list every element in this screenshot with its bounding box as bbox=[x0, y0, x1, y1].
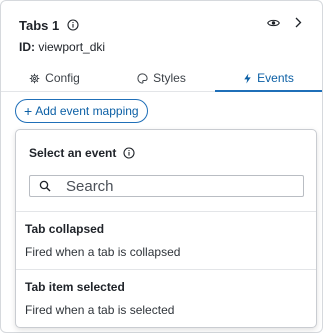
id-value: viewport_dki bbox=[38, 40, 106, 54]
properties-panel: Tabs 1 ID: viewport_dki Config Styles Ev… bbox=[0, 0, 323, 333]
tab-styles[interactable]: Styles bbox=[108, 65, 215, 91]
event-name: Tab item selected bbox=[25, 280, 125, 294]
event-description: Fired when a tab is selected bbox=[25, 303, 175, 317]
search-icon bbox=[39, 180, 51, 192]
tab-events-label: Events bbox=[257, 71, 294, 85]
info-icon[interactable] bbox=[67, 19, 79, 31]
tab-config[interactable]: Config bbox=[1, 65, 108, 91]
event-name: Tab collapsed bbox=[25, 222, 105, 236]
component-title: Tabs 1 bbox=[19, 17, 60, 33]
header-actions bbox=[267, 17, 302, 28]
info-icon[interactable] bbox=[123, 147, 135, 159]
palette-icon bbox=[137, 72, 148, 84]
add-event-mapping-button[interactable]: + Add event mapping bbox=[15, 99, 148, 123]
tab-styles-label: Styles bbox=[153, 71, 186, 85]
component-id: ID: viewport_dki bbox=[19, 40, 308, 56]
lightning-icon bbox=[244, 72, 251, 84]
eye-icon[interactable] bbox=[267, 18, 280, 28]
tab-config-label: Config bbox=[45, 71, 80, 85]
event-option-tab-item-selected[interactable]: Tab item selected Fired when a tab is se… bbox=[16, 270, 316, 327]
event-description: Fired when a tab is collapsed bbox=[25, 245, 181, 259]
title-row: Tabs 1 bbox=[19, 16, 308, 34]
panel-header: Tabs 1 ID: viewport_dki bbox=[19, 16, 308, 56]
chevron-right-icon[interactable] bbox=[294, 17, 302, 28]
event-select-dropdown: Select an event Tab collapsed Fired when… bbox=[15, 129, 317, 328]
id-label: ID: bbox=[19, 40, 35, 54]
event-search-input[interactable] bbox=[66, 177, 286, 195]
event-search-field[interactable] bbox=[29, 175, 304, 197]
tab-events[interactable]: Events bbox=[215, 65, 322, 92]
gear-icon bbox=[29, 73, 40, 83]
plus-icon: + bbox=[24, 103, 33, 119]
dropdown-title: Select an event bbox=[29, 146, 117, 160]
dropdown-header: Select an event bbox=[29, 146, 135, 160]
event-option-tab-collapsed[interactable]: Tab collapsed Fired when a tab is collap… bbox=[16, 212, 316, 269]
add-event-mapping-label: Add event mapping bbox=[35, 104, 139, 118]
tab-bar: Config Styles Events bbox=[1, 65, 322, 92]
